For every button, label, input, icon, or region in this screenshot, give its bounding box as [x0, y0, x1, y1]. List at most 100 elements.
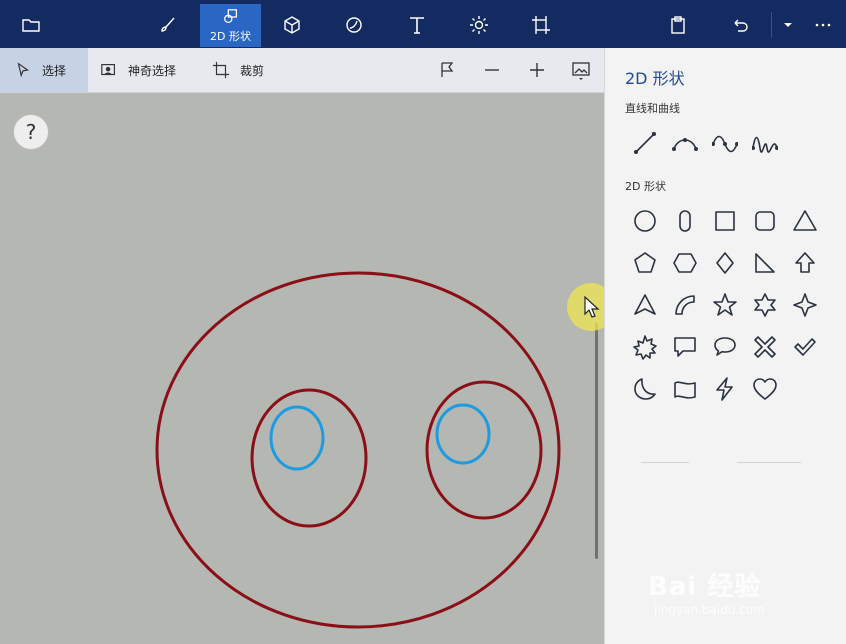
hexagon-tool[interactable] [670, 248, 700, 278]
select-label: 选择 [42, 63, 67, 78]
undo-button[interactable] [720, 4, 760, 46]
x-mark-icon [754, 336, 776, 358]
cube-icon [284, 16, 300, 34]
canvas-scrollbar[interactable] [595, 323, 598, 559]
lightning-tool[interactable] [710, 374, 740, 404]
star-5-icon [713, 293, 737, 316]
hexagon-icon [673, 253, 697, 273]
curve-tool[interactable] [670, 128, 700, 158]
top-menu-bar: 2D 形状 [0, 0, 846, 48]
zoom-out-icon[interactable] [482, 60, 502, 80]
curve-3-tool[interactable] [750, 128, 780, 158]
clipboard-icon [671, 16, 685, 34]
flag-view-icon[interactable] [438, 60, 458, 80]
triangle-tool[interactable] [790, 206, 820, 236]
tab-stickers[interactable] [334, 4, 374, 46]
circle-tool[interactable] [630, 206, 660, 236]
pentagon-icon [634, 252, 656, 273]
magic-select-button[interactable]: 神奇选择 [100, 48, 176, 92]
diamond-tool[interactable] [710, 248, 740, 278]
triangle-icon [793, 210, 817, 231]
tab-2d-shapes-label: 2D 形状 [210, 29, 251, 43]
pill-icon [679, 210, 691, 232]
lightning-icon [716, 377, 733, 401]
concave-triangle-icon [634, 294, 656, 315]
sticker-icon [346, 17, 362, 33]
moon-icon [634, 378, 656, 400]
left-pupil [269, 405, 325, 471]
tab-effects[interactable] [459, 4, 499, 46]
tab-3d-shapes[interactable] [272, 4, 312, 46]
check-mark-tool[interactable] [790, 332, 820, 362]
star-6-icon [754, 293, 776, 317]
s-curve-icon [712, 135, 738, 153]
tab-brushes[interactable] [148, 4, 188, 46]
right-pupil [435, 403, 491, 465]
rounded-square-tool[interactable] [750, 206, 780, 236]
line-tool[interactable] [630, 128, 660, 158]
drawing-canvas[interactable]: ? [0, 93, 604, 644]
panel-title: 2D 形状 [625, 69, 685, 88]
history-dropdown-button[interactable] [768, 4, 808, 46]
right-triangle-icon [755, 253, 775, 273]
square-icon [715, 211, 735, 231]
select-button[interactable]: 选择 [0, 48, 88, 92]
2d-shapes-icon [223, 8, 237, 23]
square-tool[interactable] [710, 206, 740, 236]
crop-button[interactable]: 裁剪 [212, 48, 264, 92]
more-options-button[interactable] [803, 4, 843, 46]
watermark-main: Bai 经验 [648, 572, 762, 602]
drawing-artwork[interactable] [0, 93, 604, 644]
line-icon [633, 131, 656, 154]
tab-canvas[interactable] [521, 4, 561, 46]
curve-2-tool[interactable] [710, 128, 740, 158]
x-mark-tool[interactable] [750, 332, 780, 362]
magic-select-icon [101, 64, 115, 76]
check-mark-icon [794, 338, 816, 356]
star-4-tool[interactable] [790, 290, 820, 320]
image-view-icon[interactable] [571, 60, 591, 80]
panel-divider-left [641, 462, 689, 463]
rounded-rect-vertical-tool[interactable] [670, 206, 700, 236]
text-icon [410, 17, 424, 34]
right-triangle-tool[interactable] [750, 248, 780, 278]
moon-tool[interactable] [630, 374, 660, 404]
wave-flag-icon [674, 381, 696, 399]
sun-icon [470, 16, 488, 34]
paste-button[interactable] [658, 4, 698, 46]
tab-text[interactable] [397, 4, 437, 46]
chevron-down-icon [784, 23, 792, 27]
wave-curve-icon [752, 136, 778, 153]
arrow-up-tool[interactable] [790, 248, 820, 278]
canvas-crop-icon [532, 16, 550, 34]
panel-divider-right [737, 462, 801, 463]
speech-round-tool[interactable] [710, 332, 740, 362]
crop-label: 裁剪 [240, 63, 265, 78]
concave-triangle-tool[interactable] [630, 290, 660, 320]
rounded-square-icon [755, 211, 775, 231]
menu-folder-button[interactable] [11, 4, 51, 46]
shapes-section-label: 2D 形状 [625, 180, 666, 193]
tab-2d-shapes[interactable]: 2D 形状 [200, 4, 261, 47]
canvas-toolbar: 选择 神奇选择 裁剪 [0, 48, 604, 93]
burst-tool[interactable] [630, 332, 660, 362]
speech-rect-tool[interactable] [670, 332, 700, 362]
speech-bubble-round-icon [714, 337, 736, 356]
star-5-tool[interactable] [710, 290, 740, 320]
star-6-tool[interactable] [750, 290, 780, 320]
circle-icon [634, 210, 656, 232]
quarter-circle-tool[interactable] [670, 290, 700, 320]
crop-icon [212, 61, 230, 79]
pentagon-tool[interactable] [630, 248, 660, 278]
heart-icon [753, 378, 777, 400]
zoom-in-icon[interactable] [527, 60, 547, 80]
magic-select-label: 神奇选择 [128, 63, 177, 78]
lines-section-label: 直线和曲线 [625, 102, 680, 115]
heart-tool[interactable] [750, 374, 780, 404]
folder-icon [22, 19, 40, 32]
star-4-icon [793, 293, 817, 317]
wave-flag-tool[interactable] [670, 374, 700, 404]
diamond-icon [716, 252, 734, 274]
brush-icon [161, 17, 175, 32]
speech-bubble-rect-icon [674, 337, 696, 357]
